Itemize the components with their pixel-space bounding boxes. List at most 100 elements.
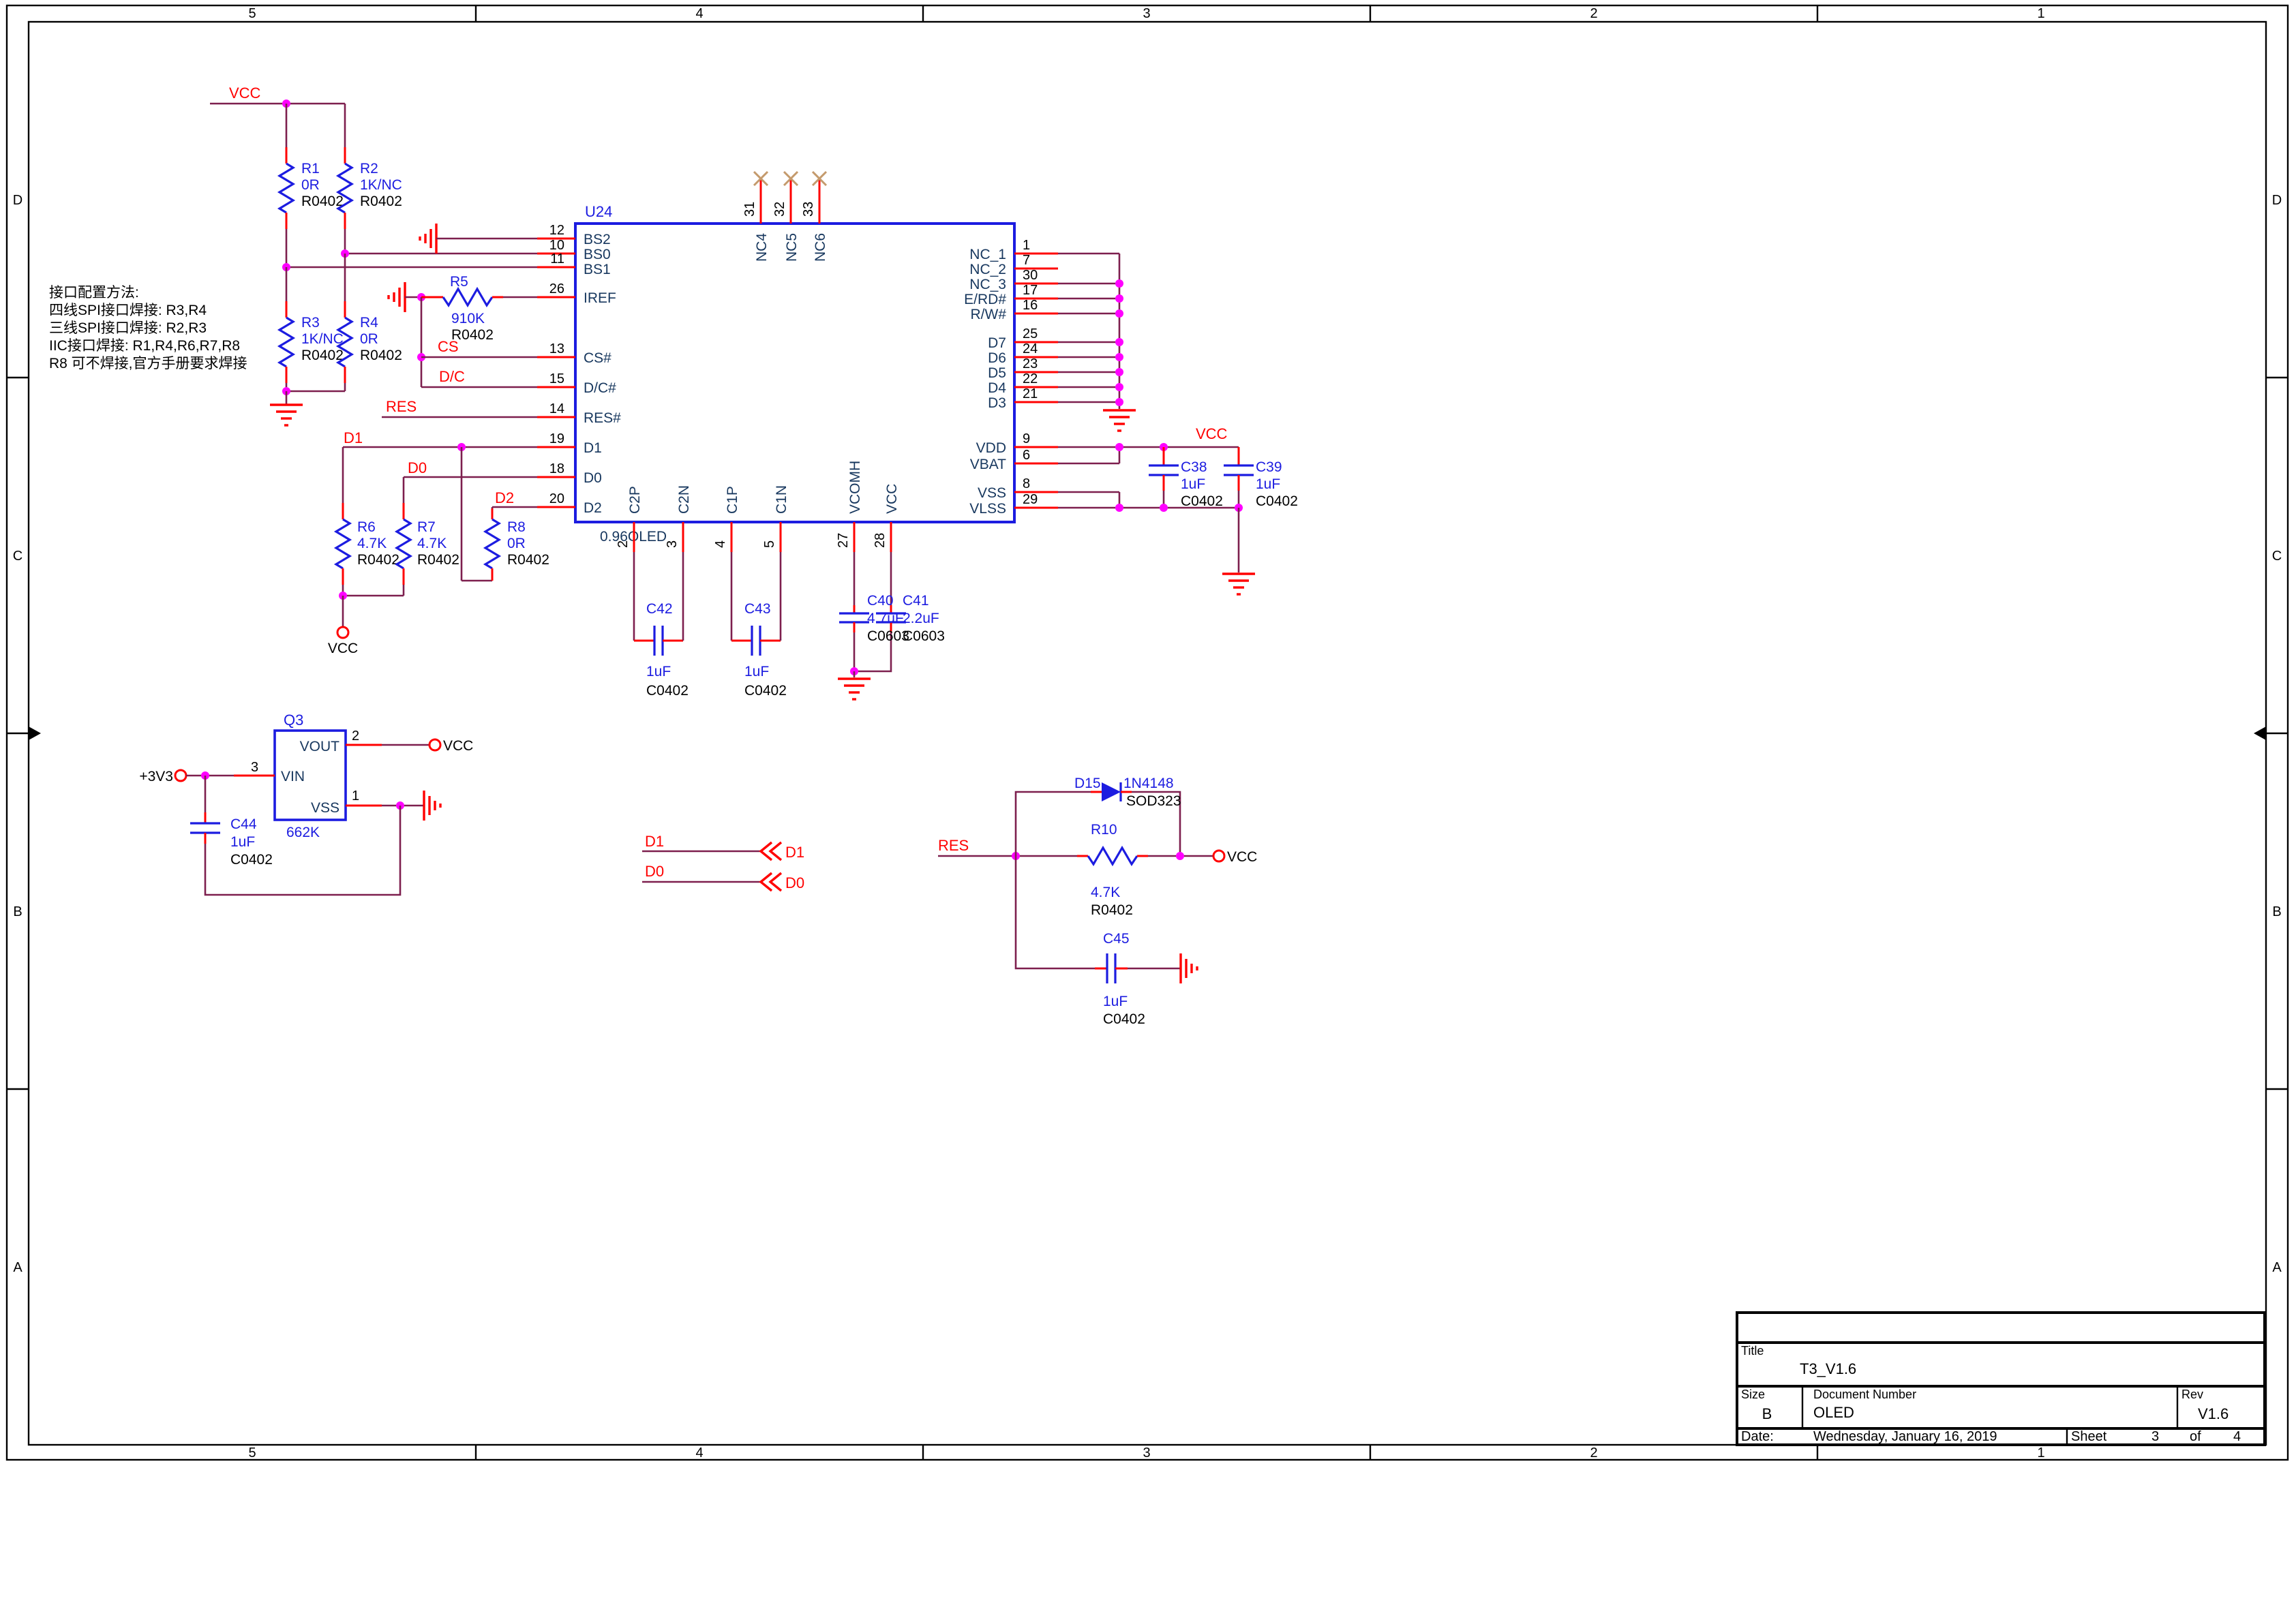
resistor-R6[interactable] [336, 519, 350, 568]
r2-value: 1K/NC [360, 177, 402, 193]
r8-ref: R8 [507, 519, 526, 535]
right-ground-bus[interactable] [1058, 254, 1136, 431]
net-label-d1: D1 [344, 429, 363, 446]
pin-name: D6 [988, 350, 1006, 366]
c42-value: 1uF [646, 664, 671, 679]
pin-num: 2 [616, 540, 631, 548]
frame-inner [29, 22, 2266, 1445]
r3-ref: R3 [301, 315, 320, 331]
c43-footprint: C0402 [744, 683, 787, 699]
r10-value: 4.7K [1091, 885, 1120, 900]
capacitor-C45[interactable] [1107, 953, 1115, 983]
port-label-vcc: VCC [1227, 849, 1257, 865]
pin-name: D/C# [584, 380, 616, 396]
pin-num: 16 [1023, 298, 1038, 313]
resistor-R10[interactable] [1088, 848, 1137, 864]
capacitor-C40[interactable] [839, 613, 869, 622]
border-col-label: 5 [248, 6, 256, 21]
r7-footprint: R0402 [417, 552, 459, 568]
r3-value: 1K/NC [301, 331, 344, 347]
pin-name: NC_2 [969, 262, 1006, 277]
net-label-vcc: VCC [229, 85, 261, 102]
note-line: R8 可不焊接,官方手册要求焊接 [49, 356, 247, 371]
capacitor-C39[interactable] [1224, 465, 1254, 475]
titleblock-title-value: T3_V1.6 [1800, 1360, 1856, 1377]
power-port-vcc [429, 739, 440, 750]
offpage-label-d0: D0 [785, 874, 804, 891]
d15-ref: D15 [1074, 776, 1101, 791]
diode-D15[interactable] [1102, 782, 1121, 801]
d15-value: 1N4148 [1123, 776, 1174, 791]
charge-pump-caps[interactable]: C42 1uF C0402 C43 1uF C0402 [634, 552, 787, 699]
ic-u24[interactable]: U24 0.96OLED 12 10 11 26 13 15 14 19 18 … [537, 172, 1058, 552]
net-label-res: RES [386, 398, 417, 415]
q3-pin-vss: VSS [311, 800, 339, 816]
pin-name: VSS [978, 485, 1006, 501]
resistor-R8[interactable] [485, 519, 499, 568]
offpage-connectors[interactable]: D1 D1 D0 D0 [642, 833, 804, 891]
bs-config-network[interactable]: VCC R1 0R R0402 R2 1K/NC R0402 R3 1K/NC … [210, 85, 537, 425]
u24-top-pins[interactable]: 31 32 33 NC4 NC5 NC6 [742, 172, 828, 262]
c39-value: 1uF [1256, 476, 1280, 492]
iref-cs-dc-res[interactable]: R5 910K R0402 CS D/C RES [382, 274, 537, 417]
border-row-label: A [13, 1260, 22, 1275]
capacitor-C43[interactable] [752, 626, 760, 656]
pin-num: 28 [873, 533, 888, 548]
capacitor-C42[interactable] [654, 626, 663, 656]
pin-name: NC6 [813, 233, 828, 262]
net-label-d0: D0 [645, 863, 664, 880]
border-col-label: 3 [1143, 6, 1150, 21]
sheet-center-arrow-left [29, 726, 41, 740]
r4-value: 0R [360, 331, 378, 347]
c40-value: 4.7uF [867, 611, 904, 626]
r4-footprint: R0402 [360, 348, 402, 363]
border-col-label: 4 [695, 6, 703, 21]
vdd-decoupling[interactable]: VCC C38 1uF C0402 C39 1uF C0402 [1058, 425, 1298, 594]
c43-value: 1uF [744, 664, 769, 679]
u24-ref: U24 [585, 203, 612, 220]
pin-name: C2N [676, 485, 692, 514]
vcomh-vcc-caps[interactable]: C40 4.7uF C0603 C41 2.2uF C0603 [838, 552, 945, 699]
sheet-center-arrow-right [2254, 726, 2266, 740]
offpage-chevron-icon [761, 873, 781, 891]
reset-network[interactable]: RES D15 1N4148 SOD323 VCC R10 4.7K R0402 [938, 776, 1257, 1027]
pin-name: C1P [725, 486, 740, 514]
border-col-label: 2 [1590, 1445, 1597, 1460]
q3-pin-vin: VIN [281, 769, 305, 784]
border-col-label: 3 [1143, 1445, 1150, 1460]
r7-value: 4.7K [417, 536, 447, 551]
regulator-q3[interactable]: Q3 662K VIN VOUT VSS 3 2 1 +3V3 VCC [139, 711, 473, 895]
r10-ref: R10 [1091, 822, 1117, 838]
r2-footprint: R0402 [360, 194, 402, 209]
pin-num: 20 [549, 491, 564, 506]
titleblock-of-label: of [2190, 1429, 2201, 1444]
iic-pullup-network[interactable]: D1 D0 D2 R6 4.7K R0402 R7 4.7K R0402 R8 … [328, 429, 549, 656]
c41-footprint: C0603 [903, 628, 945, 644]
interface-config-note: 接口配置方法: 四线SPI接口焊接: R3,R4 三线SPI接口焊接: R2,R… [49, 285, 247, 371]
pin-name: CS# [584, 350, 611, 366]
capacitor-C44[interactable] [190, 823, 220, 833]
titleblock-sheet-total: 4 [2233, 1429, 2241, 1444]
net-label-vcc: VCC [1196, 425, 1228, 442]
r4-ref: R4 [360, 315, 378, 331]
c38-footprint: C0402 [1181, 493, 1223, 509]
c44-ref: C44 [230, 816, 257, 832]
resistor-R3[interactable] [280, 318, 293, 367]
resistor-R5[interactable] [443, 289, 492, 305]
net-label-dc: D/C [439, 368, 465, 385]
power-port-vcc [1213, 851, 1224, 861]
resistor-R1[interactable] [280, 164, 293, 213]
ic-body[interactable] [575, 224, 1014, 522]
pin-num: 9 [1023, 431, 1030, 446]
border-col-label: 5 [248, 1445, 256, 1460]
pin-name: D4 [988, 380, 1006, 396]
q3-ref: Q3 [284, 711, 303, 729]
border-col-label: 1 [2037, 1445, 2044, 1460]
c42-ref: C42 [646, 601, 673, 617]
c38-ref: C38 [1181, 459, 1207, 475]
r6-ref: R6 [357, 519, 376, 535]
ground-symbol [420, 224, 436, 254]
c38-value: 1uF [1181, 476, 1205, 492]
capacitor-C38[interactable] [1149, 465, 1179, 475]
q3-pin-vout: VOUT [300, 739, 340, 754]
